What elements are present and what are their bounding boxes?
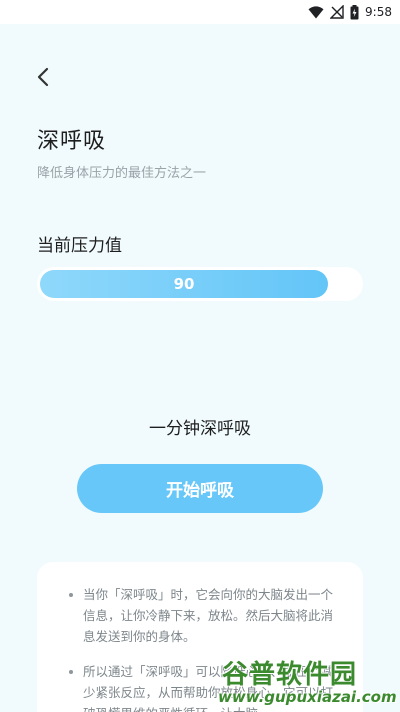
stress-level-fill: 90 bbox=[40, 270, 328, 298]
status-icons: 9:58 bbox=[308, 4, 392, 20]
signal-off-icon bbox=[330, 5, 344, 19]
watermark: 谷普软件园 www.gupuxiazai.com bbox=[212, 652, 400, 712]
stress-value: 90 bbox=[173, 275, 195, 293]
stress-level-bar: 90 bbox=[37, 267, 363, 301]
one-minute-breathing-label: 一分钟深呼吸 bbox=[149, 419, 251, 439]
back-button[interactable] bbox=[30, 66, 56, 92]
battery-charging-icon bbox=[350, 4, 359, 20]
info-item: 当你「深呼吸」时，它会向你的大脑发出一个信息，让你冷静下来，放松。然后大脑将此消… bbox=[69, 584, 343, 647]
stress-label: 当前压力值 bbox=[37, 236, 122, 256]
status-bar: 9:58 bbox=[0, 0, 400, 24]
chevron-left-icon bbox=[36, 67, 50, 91]
page-subtitle: 降低身体压力的最佳方法之一 bbox=[37, 166, 207, 181]
page-title: 深呼吸 bbox=[37, 129, 107, 154]
watermark-logo: 谷普软件园 bbox=[222, 660, 358, 690]
watermark-url: www.gupuxiazai.com bbox=[218, 688, 397, 706]
start-breathing-button[interactable]: 开始呼吸 bbox=[77, 464, 323, 513]
status-time: 9:58 bbox=[365, 5, 392, 19]
wifi-icon bbox=[308, 5, 324, 19]
